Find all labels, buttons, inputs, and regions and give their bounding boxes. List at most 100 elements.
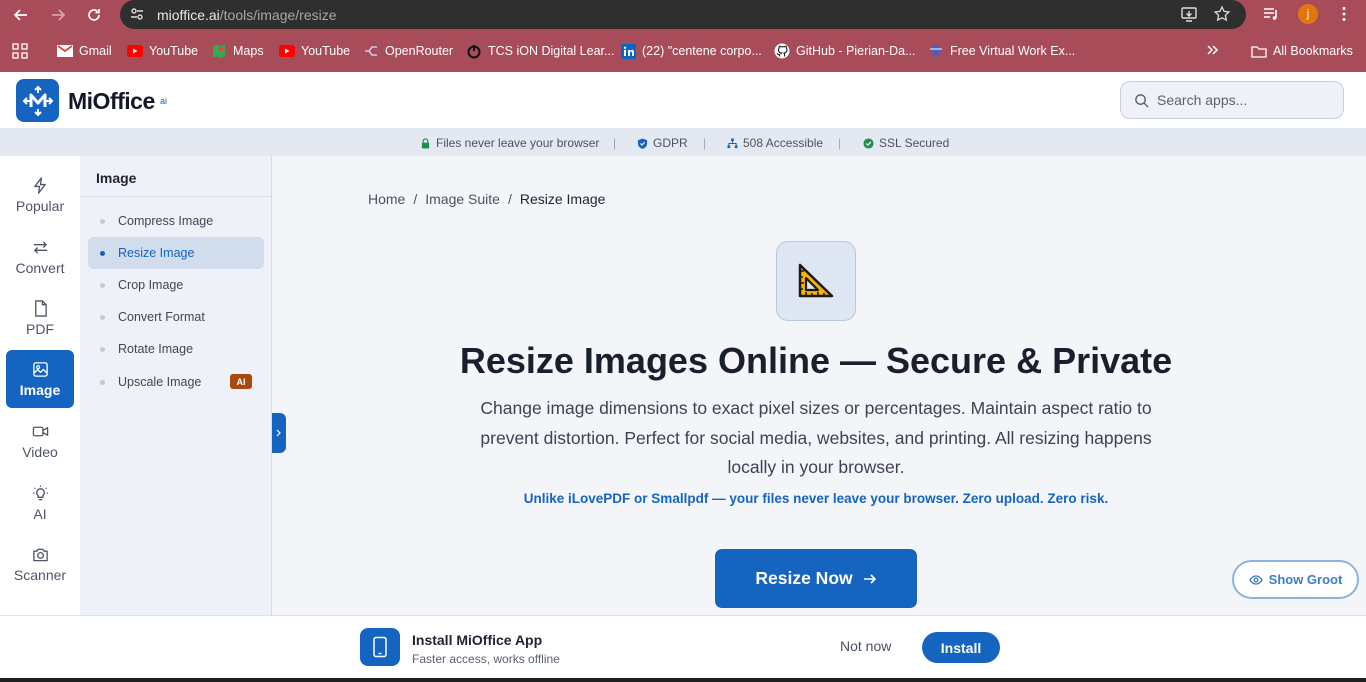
- taskbar-strip: [0, 678, 1366, 682]
- show-groot-button[interactable]: Show Groot: [1232, 560, 1359, 599]
- lightning-icon: [33, 176, 46, 194]
- shield-icon: [637, 137, 648, 149]
- image-icon: [32, 361, 48, 377]
- all-bookmarks[interactable]: All Bookmarks: [1251, 43, 1353, 59]
- sidebar-item-crop-image[interactable]: Crop Image: [88, 269, 264, 301]
- breadcrumb-separator: /: [413, 191, 418, 207]
- logo-suffix: ai: [160, 96, 168, 106]
- sidebar-item-rotate-image[interactable]: Rotate Image: [88, 333, 264, 365]
- phone-icon: [360, 628, 400, 666]
- category-rail: Popular Convert PDF Image Video AI Scann…: [0, 156, 80, 616]
- breadcrumb-home[interactable]: Home: [368, 191, 405, 207]
- reload-icon[interactable]: [83, 4, 105, 26]
- address-bar[interactable]: mioffice.ai/tools/image/resize: [120, 0, 1246, 29]
- install-title: Install MiOffice App: [412, 632, 543, 648]
- sidebar-item-convert-format[interactable]: Convert Format: [88, 301, 264, 333]
- logo-wordmark[interactable]: MiOffice: [68, 88, 155, 115]
- sidebar-item-compress-image[interactable]: Compress Image: [88, 205, 264, 237]
- browser-menu-icon[interactable]: [1335, 5, 1353, 23]
- site-settings-icon[interactable]: [129, 6, 145, 22]
- mioffice-logo-icon[interactable]: [16, 79, 59, 122]
- profile-avatar[interactable]: j: [1298, 4, 1318, 24]
- bookmarks-bar: Gmail YouTube Maps YouTube OpenRouter TC…: [0, 30, 1366, 72]
- divider: [80, 196, 271, 197]
- rail-item-image[interactable]: Image: [6, 350, 74, 408]
- rail-item-pdf[interactable]: PDF: [6, 289, 74, 347]
- check-circle-icon: [863, 137, 874, 149]
- page-description: Change image dimensions to exact pixel s…: [480, 398, 1152, 477]
- image-tools-sidebar: Image Compress Image Resize Image Crop I…: [80, 156, 272, 616]
- lightbulb-icon: [32, 484, 48, 500]
- forage-icon: [928, 43, 944, 59]
- bookmarks-overflow-icon[interactable]: [1205, 43, 1219, 57]
- bullet-dot: [100, 218, 105, 224]
- rail-item-convert[interactable]: Convert: [6, 228, 74, 286]
- bookmark-tcs-ion[interactable]: TCS iON Digital Lear...: [466, 43, 614, 59]
- rail-item-scanner[interactable]: Scanner: [6, 535, 74, 593]
- rail-item-video[interactable]: Video: [6, 412, 74, 470]
- bookmark-star-icon[interactable]: [1213, 5, 1231, 23]
- tcs-ion-icon: [466, 43, 482, 59]
- search-box[interactable]: [1120, 81, 1344, 119]
- url-text: mioffice.ai/tools/image/resize: [157, 7, 337, 23]
- media-controls-icon[interactable]: [1262, 5, 1280, 23]
- video-camera-icon: [32, 426, 48, 436]
- gmail-icon: [57, 43, 73, 59]
- document-icon: [34, 299, 47, 317]
- forward-icon[interactable]: [47, 4, 69, 26]
- show-groot-label: Show Groot: [1268, 572, 1343, 587]
- rail-item-popular[interactable]: Popular: [6, 166, 74, 224]
- search-input[interactable]: [1157, 90, 1337, 110]
- linkedin-icon: [620, 43, 636, 59]
- apps-grid-icon[interactable]: [12, 43, 28, 59]
- rail-item-more[interactable]: [6, 597, 74, 616]
- resize-now-label: Resize Now: [755, 568, 853, 588]
- install-app-banner: Install MiOffice App Faster access, work…: [0, 615, 1366, 678]
- rail-item-ai[interactable]: AI: [6, 474, 74, 532]
- github-icon: [774, 43, 790, 59]
- search-icon: [1135, 94, 1149, 108]
- bookmark-gmail[interactable]: Gmail: [57, 43, 112, 59]
- openrouter-icon: [363, 43, 379, 59]
- not-now-button[interactable]: Not now: [840, 638, 891, 654]
- maps-icon: [211, 43, 227, 59]
- bookmark-linkedin[interactable]: (22) "centene corpo...: [620, 43, 762, 59]
- sidebar-item-resize-image[interactable]: Resize Image: [88, 237, 264, 269]
- arrows-swap-icon: [33, 240, 47, 254]
- app-header: MiOffice ai: [0, 72, 1366, 128]
- bookmark-maps[interactable]: Maps: [211, 43, 264, 59]
- tool-icon-container: [776, 241, 856, 321]
- install-button[interactable]: Install: [922, 632, 1000, 663]
- lock-icon: [421, 137, 430, 149]
- bullet-dot: [100, 250, 105, 256]
- page-title: Resize Images Online — Secure & Private: [459, 340, 1173, 381]
- install-subtitle: Faster access, works offline: [412, 652, 560, 666]
- breadcrumb-separator: /: [507, 191, 512, 207]
- resize-now-button[interactable]: Resize Now: [715, 549, 917, 608]
- sidebar-item-upscale-image[interactable]: Upscale Image AI: [88, 366, 264, 398]
- bookmark-github[interactable]: GitHub - Pierian-Da...: [774, 43, 915, 59]
- subnav-title: Image: [96, 170, 137, 186]
- ai-badge: AI: [230, 374, 252, 389]
- bookmark-youtube-2[interactable]: YouTube: [279, 43, 350, 59]
- bullet-dot: [100, 282, 105, 288]
- trust-bar: Files never leave your browser | GDPR | …: [0, 128, 1366, 156]
- trust-gdpr: GDPR: [637, 136, 688, 150]
- trust-private: Files never leave your browser: [420, 136, 599, 150]
- bookmark-openrouter[interactable]: OpenRouter: [363, 43, 453, 59]
- trust-accessible: 508 Accessible: [727, 136, 823, 150]
- youtube-icon: [279, 43, 295, 59]
- bookmark-youtube-1[interactable]: YouTube: [127, 43, 198, 59]
- bullet-dot: [100, 346, 105, 352]
- browser-toolbar: mioffice.ai/tools/image/resize j: [0, 0, 1366, 30]
- install-app-icon[interactable]: [1180, 5, 1198, 23]
- bookmark-virtual-work[interactable]: Free Virtual Work Ex...: [928, 43, 1075, 59]
- folder-icon: [1251, 43, 1267, 59]
- breadcrumb-image-suite[interactable]: Image Suite: [425, 191, 500, 207]
- bullet-dot: [100, 379, 105, 385]
- privacy-note: Unlike iLovePDF or Smallpdf — your files…: [523, 491, 1109, 506]
- breadcrumb: Home / Image Suite / Resize Image: [368, 191, 605, 207]
- youtube-icon: [127, 43, 143, 59]
- back-icon[interactable]: [10, 4, 32, 26]
- breadcrumb-current: Resize Image: [519, 191, 606, 207]
